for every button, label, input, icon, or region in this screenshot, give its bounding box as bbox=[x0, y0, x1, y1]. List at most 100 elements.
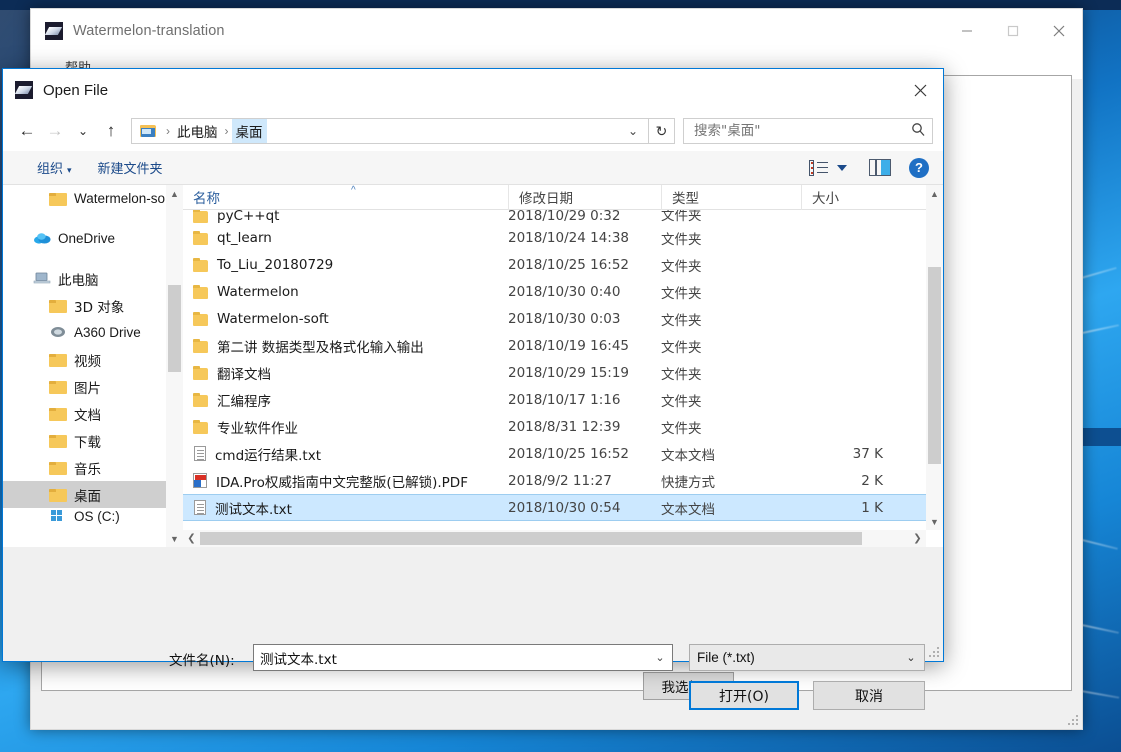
chevron-down-icon[interactable]: ⌄ bbox=[622, 124, 644, 138]
search-input[interactable] bbox=[684, 123, 904, 139]
file-date: 2018/10/24 14:38 bbox=[508, 229, 630, 246]
chevron-down-icon[interactable]: ⌄ bbox=[648, 651, 672, 664]
sidebar-item-videos[interactable]: 视频 bbox=[3, 346, 183, 373]
file-list-hscroll-thumb[interactable] bbox=[200, 532, 862, 545]
file-date: 2018/10/29 15:19 bbox=[508, 364, 630, 381]
file-type: 文件夹 bbox=[661, 393, 702, 410]
main-window-titlebar[interactable]: Watermelon-translation bbox=[31, 9, 1082, 53]
table-row[interactable]: 第二讲 数据类型及格式化输入输出 2018/10/19 16:45 文件夹 bbox=[183, 332, 943, 359]
file-list-vertical-scrollbar[interactable]: ▲ ▼ bbox=[926, 185, 943, 530]
sidebar-scrollbar-thumb[interactable] bbox=[168, 285, 181, 372]
scroll-left-icon[interactable]: ❮ bbox=[183, 533, 200, 544]
list-view-icon[interactable] bbox=[809, 159, 829, 176]
scroll-up-icon[interactable]: ▲ bbox=[926, 185, 943, 202]
table-row[interactable]: cmd运行结果.txt 2018/10/25 16:52 文本文档 37 K bbox=[183, 440, 943, 467]
maximize-icon[interactable] bbox=[990, 9, 1036, 53]
folder-icon bbox=[193, 284, 208, 299]
breadcrumb-item-this-pc[interactable]: 此电脑 bbox=[173, 119, 222, 143]
new-folder-button[interactable]: 新建文件夹 bbox=[98, 158, 163, 177]
search-icon[interactable] bbox=[904, 122, 932, 140]
breadcrumb[interactable]: › 此电脑 › 桌面 ⌄ bbox=[131, 118, 649, 144]
close-icon[interactable] bbox=[1036, 9, 1082, 53]
sidebar-item-watermelon-soft[interactable]: Watermelon-so bbox=[3, 185, 183, 212]
open-button[interactable]: 打开(O) bbox=[689, 681, 799, 710]
sidebar-item-os-c[interactable]: OS (C:) bbox=[3, 508, 183, 524]
column-header-date[interactable]: 修改日期 bbox=[508, 185, 661, 210]
sidebar-item-downloads[interactable]: 下载 bbox=[3, 427, 183, 454]
dialog-app-icon bbox=[15, 81, 33, 99]
column-header-type[interactable]: 类型 bbox=[661, 185, 801, 210]
file-type: 文件夹 bbox=[661, 210, 702, 224]
sidebar-item-label: 音乐 bbox=[74, 461, 101, 478]
sidebar-item-music[interactable]: 音乐 bbox=[3, 454, 183, 481]
table-row[interactable]: To_Liu_20180729 2018/10/25 16:52 文件夹 bbox=[183, 251, 943, 278]
pictures-icon bbox=[49, 381, 67, 394]
sidebar-item-label: Watermelon-so bbox=[74, 191, 166, 206]
file-list-vscroll-thumb[interactable] bbox=[928, 267, 941, 464]
file-date: 2018/10/19 16:45 bbox=[508, 337, 630, 354]
scroll-down-icon[interactable]: ▼ bbox=[926, 513, 943, 530]
file-list-horizontal-scrollbar[interactable]: ❮ ❯ bbox=[183, 530, 926, 547]
table-row[interactable]: pyC++qt 2018/10/29 0:32 文件夹 bbox=[183, 210, 943, 224]
up-one-level-icon[interactable]: ↑ bbox=[97, 117, 125, 145]
forward-icon[interactable]: → bbox=[41, 117, 69, 145]
breadcrumb-item-desktop[interactable]: 桌面 bbox=[231, 119, 267, 143]
table-row[interactable]: qt_learn 2018/10/24 14:38 文件夹 bbox=[183, 224, 943, 251]
table-row[interactable]: Watermelon-soft 2018/10/30 0:03 文件夹 bbox=[183, 305, 943, 332]
sidebar-item-3d-objects[interactable]: 3D 对象 bbox=[3, 292, 183, 319]
downloads-icon bbox=[49, 435, 67, 448]
recent-locations-icon[interactable]: ⌄ bbox=[69, 117, 97, 145]
sidebar-item-a360-drive[interactable]: A360 Drive bbox=[3, 319, 183, 346]
chevron-down-icon: ▾ bbox=[67, 166, 72, 176]
sidebar-item-onedrive[interactable]: OneDrive bbox=[3, 225, 183, 252]
view-options-chevron-down-icon[interactable] bbox=[837, 164, 847, 171]
sidebar-item-desktop[interactable]: 桌面 bbox=[3, 481, 183, 508]
table-row[interactable]: Watermelon 2018/10/30 0:40 文件夹 bbox=[183, 278, 943, 305]
a360-drive-icon bbox=[49, 325, 67, 341]
dialog-resize-grip[interactable] bbox=[927, 645, 939, 657]
file-date: 2018/9/2 11:27 bbox=[508, 472, 612, 489]
table-row[interactable]: 专业软件作业 2018/8/31 12:39 文件夹 bbox=[183, 413, 943, 440]
dialog-close-icon[interactable] bbox=[897, 69, 943, 111]
help-icon[interactable]: ? bbox=[909, 157, 929, 178]
pdf-shortcut-icon bbox=[193, 473, 207, 488]
file-date: 2018/10/29 0:32 bbox=[508, 210, 621, 224]
main-window-resize-grip[interactable] bbox=[1066, 713, 1078, 725]
search-box[interactable] bbox=[683, 118, 933, 144]
file-size: 37 K bbox=[852, 445, 883, 462]
cancel-button[interactable]: 取消 bbox=[813, 681, 925, 710]
file-type-filter-select[interactable]: File (*.txt) ⌄ bbox=[689, 644, 925, 671]
sidebar-item-this-pc[interactable]: 此电脑 bbox=[3, 265, 183, 292]
back-icon[interactable]: ← bbox=[13, 117, 41, 145]
sidebar-item-pictures[interactable]: 图片 bbox=[3, 373, 183, 400]
table-row[interactable]: 翻译文档 2018/10/29 15:19 文件夹 bbox=[183, 359, 943, 386]
file-type: 文件夹 bbox=[661, 339, 702, 356]
column-header-size[interactable]: 大小 bbox=[801, 185, 883, 210]
sidebar-item-documents[interactable]: 文档 bbox=[3, 400, 183, 427]
filename-label: 文件名(N): bbox=[169, 653, 235, 669]
scroll-up-icon[interactable]: ▲ bbox=[166, 185, 183, 202]
filename-input[interactable] bbox=[254, 649, 648, 666]
refresh-icon[interactable]: ↻ bbox=[649, 118, 675, 144]
file-name: To_Liu_20180729 bbox=[217, 256, 334, 273]
column-header-name[interactable]: 名称 bbox=[183, 185, 508, 210]
filename-field[interactable]: ⌄ bbox=[253, 644, 673, 671]
dialog-titlebar[interactable]: Open File bbox=[3, 69, 943, 111]
table-row[interactable]: 汇编程序 2018/10/17 1:16 文件夹 bbox=[183, 386, 943, 413]
organize-button[interactable]: 组织 ▾ bbox=[37, 158, 72, 177]
minimize-icon[interactable] bbox=[944, 9, 990, 53]
text-file-icon bbox=[194, 500, 206, 515]
breadcrumb-separator: › bbox=[166, 124, 170, 138]
chevron-down-icon[interactable]: ⌄ bbox=[898, 651, 924, 664]
file-list-rows: pyC++qt 2018/10/29 0:32 文件夹 qt_learn 2018/10… bbox=[183, 210, 943, 521]
scroll-down-icon[interactable]: ▼ bbox=[166, 530, 183, 547]
sort-ascending-icon: ^ bbox=[351, 185, 356, 196]
sidebar-scrollbar[interactable]: ▲ ▼ bbox=[166, 185, 183, 547]
table-row[interactable]: IDA.Pro权威指南中文完整版(已解锁).PDF 2018/9/2 11:27 快… bbox=[183, 467, 943, 494]
table-row[interactable]: 测试文本.txt 2018/10/30 0:54 文本文档 1 K bbox=[183, 494, 943, 521]
sidebar-item-label: 图片 bbox=[74, 380, 101, 397]
desktop-icon bbox=[49, 489, 67, 502]
preview-pane-icon[interactable] bbox=[869, 159, 891, 176]
file-type-filter-value: File (*.txt) bbox=[697, 650, 755, 665]
scroll-right-icon[interactable]: ❯ bbox=[909, 533, 926, 544]
